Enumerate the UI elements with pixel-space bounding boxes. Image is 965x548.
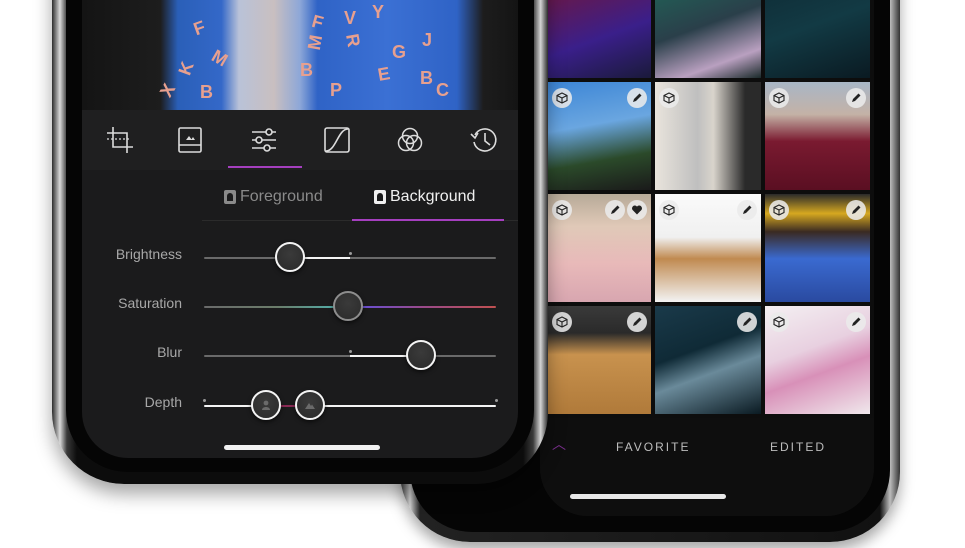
cube-icon[interactable] — [552, 88, 572, 108]
gallery-tile[interactable] — [655, 194, 761, 302]
gallery-tile[interactable] — [548, 82, 651, 190]
slider-knob[interactable] — [274, 242, 305, 272]
depth-background-knob[interactable] — [295, 390, 326, 420]
slider-saturation: Saturation — [82, 285, 518, 325]
edit-pencil-icon[interactable] — [846, 312, 866, 332]
tool-curves[interactable] — [319, 122, 355, 158]
center-marker — [349, 252, 352, 255]
segment-foreground-label: Foreground — [240, 188, 323, 205]
slider-brightness: Brightness — [82, 236, 518, 276]
depth-foreground-knob[interactable] — [251, 390, 282, 420]
slider-knob[interactable] — [406, 340, 436, 370]
gallery-tile[interactable] — [765, 194, 870, 302]
photo-preview: F K M X B F V M R G J B E B C P Y — [82, 0, 518, 110]
edit-pencil-icon[interactable] — [605, 200, 625, 220]
tab-favorite[interactable]: FAVORITE — [616, 440, 690, 454]
gallery-tile[interactable] — [548, 306, 651, 414]
cube-icon[interactable] — [769, 200, 789, 220]
tool-bar — [82, 110, 518, 170]
cube-icon[interactable] — [552, 312, 572, 332]
cube-icon[interactable] — [769, 312, 789, 332]
gallery-tile[interactable] — [765, 306, 870, 414]
gallery-bottom-tabs: ︿ FAVORITE EDITED — [540, 418, 874, 516]
gallery-tile[interactable] — [655, 82, 761, 190]
color-circles-icon — [397, 127, 423, 152]
active-segment-indicator — [352, 219, 504, 221]
min-marker — [203, 399, 206, 402]
heart-icon[interactable] — [627, 200, 647, 220]
home-indicator — [570, 494, 726, 499]
gallery-tile[interactable] — [655, 306, 761, 414]
center-marker — [349, 350, 352, 353]
active-tool-indicator — [228, 166, 302, 168]
gallery-tile[interactable] — [655, 0, 761, 78]
history-icon — [470, 128, 497, 152]
cube-icon[interactable] — [769, 88, 789, 108]
person-icon — [374, 190, 386, 204]
segment-background-label: Background — [390, 188, 476, 205]
gallery-screen: ︿ FAVORITE EDITED — [540, 0, 874, 516]
cube-icon[interactable] — [552, 200, 572, 220]
gallery-tile[interactable] — [765, 82, 870, 190]
app-promo-screenshot: ︿ FAVORITE EDITED F K M X B F V M R G J … — [0, 0, 965, 548]
tool-color[interactable] — [392, 122, 428, 158]
edit-pencil-icon[interactable] — [627, 312, 647, 332]
cube-icon[interactable] — [659, 200, 679, 220]
slider-label: Depth — [144, 394, 182, 410]
slider-label: Blur — [157, 344, 182, 360]
person-icon — [262, 400, 271, 410]
cube-icon[interactable] — [659, 88, 679, 108]
chevron-up-icon[interactable]: ︿ — [552, 434, 566, 454]
editor-screen: F K M X B F V M R G J B E B C P Y Foregr… — [82, 0, 518, 458]
gallery-tile[interactable] — [548, 0, 651, 78]
tab-edited[interactable]: EDITED — [770, 440, 826, 454]
tool-history[interactable] — [466, 122, 502, 158]
slider-label: Brightness — [115, 246, 182, 262]
slider-depth: Depth — [82, 384, 518, 424]
image-frame-icon — [178, 127, 202, 153]
crop-icon — [107, 127, 133, 153]
slider-label: Saturation — [118, 295, 182, 311]
edit-pencil-icon[interactable] — [846, 88, 866, 108]
segment-background[interactable]: Background — [374, 188, 475, 206]
slider-track[interactable] — [204, 257, 496, 259]
edit-pencil-icon[interactable] — [627, 88, 647, 108]
max-marker — [495, 399, 498, 402]
slider-track[interactable] — [204, 405, 496, 407]
mountain-icon — [305, 403, 316, 409]
tool-crop[interactable] — [102, 122, 138, 158]
gallery-tile[interactable] — [548, 194, 651, 302]
edit-pencil-icon[interactable] — [846, 200, 866, 220]
tool-frame[interactable] — [172, 122, 208, 158]
home-indicator — [224, 445, 380, 450]
gallery-tile[interactable] — [765, 0, 870, 78]
layer-segmented-control: Foreground Background — [82, 172, 518, 222]
slider-knob[interactable] — [333, 291, 363, 321]
slider-blur: Blur — [82, 334, 518, 374]
edit-pencil-icon[interactable] — [737, 312, 757, 332]
person-icon — [224, 190, 236, 204]
sliders-icon — [252, 128, 276, 152]
tool-adjust[interactable] — [246, 122, 282, 158]
edit-pencil-icon[interactable] — [737, 200, 757, 220]
photo-grid — [548, 0, 874, 414]
curves-icon — [324, 127, 350, 153]
segment-foreground[interactable]: Foreground — [224, 188, 323, 206]
